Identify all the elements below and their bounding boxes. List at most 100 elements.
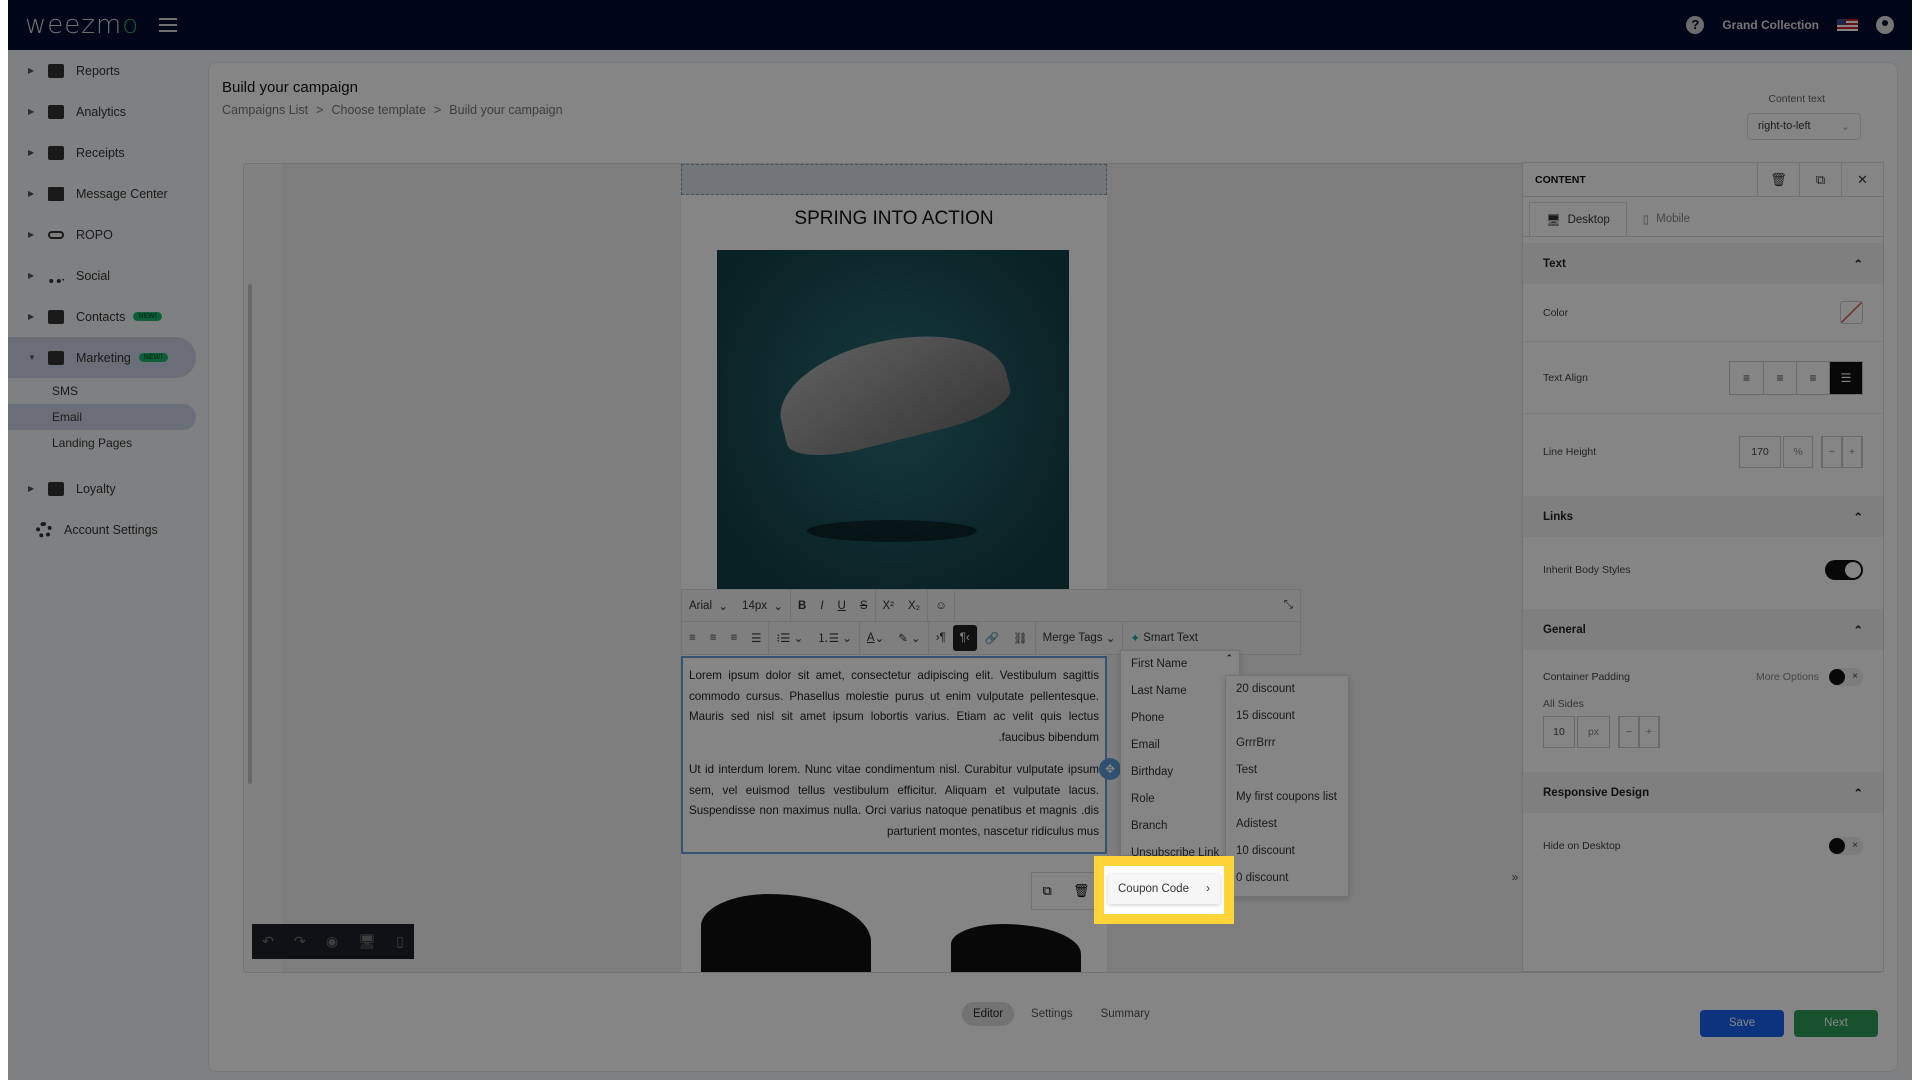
merge-tag-item[interactable]: First Name <box>1121 651 1239 678</box>
align-justify-icon[interactable]: ☰ <box>1829 361 1862 394</box>
paragraph-1[interactable]: Lorem ipsum dolor sit amet, consectetur … <box>689 666 1099 748</box>
sidebar-subitem-sms[interactable]: SMS <box>8 378 208 404</box>
hero-shoe-image[interactable] <box>717 250 1069 590</box>
font-family-select[interactable]: Arial ⌄ <box>682 590 735 621</box>
redo-icon[interactable]: ↷ <box>294 933 306 950</box>
coupon-code-item[interactable]: Coupon Code › <box>1108 874 1220 904</box>
coupon-item[interactable]: 0 discount <box>1226 865 1348 892</box>
merge-tags-button[interactable]: Merge Tags ⌄ <box>1036 622 1123 654</box>
font-size-select[interactable]: 14px ⌄ <box>735 590 790 621</box>
rtl-icon[interactable]: ¶‹ <box>952 625 977 651</box>
decrement-button[interactable]: − <box>1822 436 1842 468</box>
align-center-icon[interactable]: ≡ <box>1763 361 1796 394</box>
bullet-list-icon[interactable]: ⁝☰ ⌄ <box>769 622 810 654</box>
header-row[interactable] <box>681 164 1107 195</box>
coupon-item[interactable]: 20 discount <box>1226 676 1348 703</box>
strikethrough-icon[interactable]: S <box>853 590 875 621</box>
decrement-button[interactable]: − <box>1619 716 1639 748</box>
breadcrumb-campaigns-list[interactable]: Campaigns List <box>222 103 308 117</box>
breadcrumb-choose-template[interactable]: Choose template <box>331 103 426 117</box>
sidebar-item-reports[interactable]: ▶ Reports <box>8 50 208 91</box>
section-general[interactable]: General ⌃ <box>1523 609 1883 650</box>
ltr-icon[interactable]: ›¶ <box>929 622 953 654</box>
coupon-item[interactable]: Adistest <box>1226 811 1348 838</box>
brand-name[interactable]: Grand Collection <box>1722 18 1819 32</box>
merge-tag-item[interactable]: Email <box>1121 732 1239 759</box>
sidebar-item-social[interactable]: ▶ Social <box>8 255 208 296</box>
sidebar-item-analytics[interactable]: ▶ Analytics <box>8 91 208 132</box>
sidebar-item-ropo[interactable]: ▶ ROPO <box>8 214 208 255</box>
italic-icon[interactable]: I <box>813 590 830 621</box>
emoji-icon[interactable]: ☺ <box>928 590 954 621</box>
text-color-icon[interactable]: A ⌄ <box>860 622 891 654</box>
content-text-select[interactable]: right-to-left ⌄ <box>1747 113 1861 140</box>
help-icon[interactable]: ? <box>1686 16 1705 34</box>
scrollbar[interactable] <box>248 284 252 784</box>
us-flag-icon[interactable] <box>1837 19 1858 31</box>
color-swatch[interactable] <box>1840 301 1863 324</box>
increment-button[interactable]: + <box>1639 716 1659 748</box>
coupon-item[interactable]: 10 discount <box>1226 838 1348 865</box>
user-avatar-icon[interactable] <box>1876 16 1894 34</box>
section-links[interactable]: Links ⌃ <box>1523 496 1883 537</box>
tab-settings[interactable]: Settings <box>1020 1002 1084 1026</box>
merge-tag-item[interactable]: Birthday <box>1121 759 1239 786</box>
collapse-icon[interactable]: ⤡ <box>1277 590 1300 621</box>
close-icon[interactable]: ✕ <box>1841 163 1883 196</box>
merge-tag-item[interactable]: Last Name <box>1121 678 1239 705</box>
align-left-icon[interactable]: ≡ <box>682 622 703 654</box>
sidebar-item-account-settings[interactable]: Account Settings <box>8 509 208 550</box>
underline-icon[interactable]: U <box>831 590 853 621</box>
paragraph-2[interactable]: Ut id interdum lorem. Nunc vitae condime… <box>689 760 1099 842</box>
bold-icon[interactable]: B <box>791 590 813 621</box>
email-heading[interactable]: SPRING INTO ACTION <box>681 208 1107 230</box>
text-block[interactable]: Lorem ipsum dolor sit amet, consectetur … <box>681 656 1107 854</box>
highlight-color-icon[interactable]: ✎ ⌄ <box>891 622 927 654</box>
subscript-icon[interactable]: X₂ <box>901 590 927 621</box>
coupon-item[interactable]: GrrrBrrr <box>1226 730 1348 757</box>
desktop-view-icon[interactable]: 🖥 <box>358 933 376 950</box>
numbered-list-icon[interactable]: ⒈☰ ⌄ <box>810 622 859 654</box>
sidebar-subitem-email[interactable]: Email <box>8 404 196 430</box>
sidebar-item-receipts[interactable]: ▶ Receipts <box>8 132 208 173</box>
padding-input[interactable]: 10 <box>1543 716 1575 748</box>
preview-eye-icon[interactable]: ◉ <box>326 933 338 950</box>
scroll-up-icon[interactable]: ⌃ <box>1225 653 1233 664</box>
coupon-item[interactable]: 15 discount <box>1226 703 1348 730</box>
align-center-icon[interactable]: ≡ <box>703 622 724 654</box>
sidebar-item-message-center[interactable]: ▶ Message Center <box>8 173 208 214</box>
tab-desktop[interactable]: 🖥 Desktop <box>1529 202 1627 236</box>
sidebar-item-marketing[interactable]: ▼ Marketing NEW! <box>8 337 196 378</box>
duplicate-icon[interactable]: ⧉ <box>1799 163 1841 196</box>
unlink-icon[interactable]: ⛓ <box>1006 622 1035 654</box>
coupon-item[interactable]: Test <box>1226 757 1348 784</box>
align-left-icon[interactable]: ≡ <box>1730 362 1763 394</box>
more-options-toggle[interactable]: × <box>1829 668 1863 686</box>
merge-tag-item[interactable]: Role <box>1121 786 1239 813</box>
hide-on-desktop-toggle[interactable]: × <box>1829 837 1863 855</box>
undo-icon[interactable]: ↶ <box>262 933 274 950</box>
increment-button[interactable]: + <box>1842 436 1862 468</box>
weezmo-logo[interactable]: weezmo <box>25 10 139 40</box>
next-button[interactable]: Next <box>1794 1010 1878 1037</box>
merge-tag-item[interactable]: Phone <box>1121 705 1239 732</box>
align-justify-icon[interactable]: ☰ <box>744 622 768 654</box>
move-handle-icon[interactable]: ✥ <box>1099 758 1121 780</box>
tab-summary[interactable]: Summary <box>1090 1002 1161 1026</box>
sidebar-subitem-landing-pages[interactable]: Landing Pages <box>8 430 208 456</box>
section-text[interactable]: Text ⌃ <box>1523 243 1883 284</box>
shoes-image[interactable] <box>701 884 1091 972</box>
merge-tag-item[interactable]: Branch <box>1121 813 1239 840</box>
save-button[interactable]: Save <box>1700 1010 1784 1037</box>
coupon-item[interactable]: My first coupons list <box>1226 784 1348 811</box>
align-right-icon[interactable]: ≡ <box>723 622 744 654</box>
line-height-input[interactable]: 170 <box>1739 436 1781 468</box>
mobile-view-icon[interactable]: ▯ <box>396 933 404 950</box>
sidebar-item-loyalty[interactable]: ▶ Loyalty <box>8 468 208 509</box>
align-right-icon[interactable]: ≡ <box>1796 361 1829 394</box>
section-responsive[interactable]: Responsive Design ⌃ <box>1523 772 1883 813</box>
superscript-icon[interactable]: X² <box>876 590 902 621</box>
tab-editor[interactable]: Editor <box>962 1002 1015 1026</box>
tab-mobile[interactable]: ▯ Mobile <box>1627 202 1706 236</box>
menu-icon[interactable] <box>159 18 178 32</box>
